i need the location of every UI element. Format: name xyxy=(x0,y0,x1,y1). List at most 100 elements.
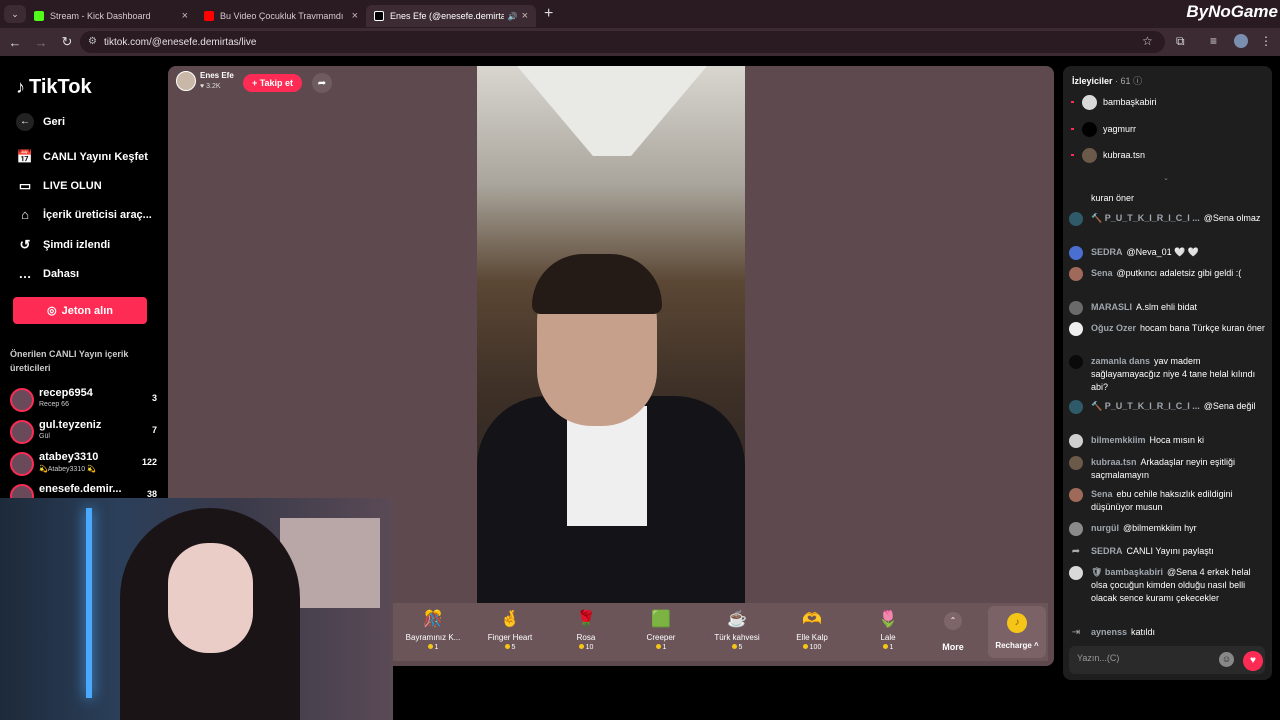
creator-item[interactable]: gul.teyzeniz Gül 7 xyxy=(10,418,160,446)
coin-icon xyxy=(578,644,584,649)
gift-item[interactable]: 🌹 Rosa 10 xyxy=(551,603,621,661)
forward-arrow-icon[interactable]: → xyxy=(30,35,52,50)
coin-icon: ◎ xyxy=(47,305,57,317)
url-field[interactable]: ⚙ tiktok.com/@enesefe.demirtas/live xyxy=(80,31,1165,53)
extensions-icon[interactable]: ⧉ xyxy=(1176,34,1185,49)
streamer-webcam xyxy=(0,498,393,720)
gift-item[interactable]: 🟩 Creeper 1 xyxy=(626,603,696,661)
follow-button[interactable]: + Takip et xyxy=(243,74,302,92)
coin-icon xyxy=(731,644,737,649)
gift-item[interactable]: 🎊 Bayramınız K... 1 xyxy=(398,603,468,661)
profile-avatar[interactable] xyxy=(1234,34,1248,48)
chat-message: Oğuz Ozer hocam bana Türkçe kuran öner xyxy=(1069,322,1265,336)
close-tab-icon[interactable]: × xyxy=(522,10,528,22)
gift-price: 1 xyxy=(626,644,696,651)
host-info[interactable]: Enes Efe ♥ 3.2K xyxy=(176,71,234,91)
message-user[interactable]: 🔨 P_U_T_K_I_R_I_C_I ... xyxy=(1091,401,1200,411)
browser-tab-kick[interactable]: Stream - Kick Dashboard × xyxy=(26,5,196,27)
new-tab-icon[interactable]: + xyxy=(544,5,553,23)
chat-message: 🛡 bambaşkabiri @Sena 4 erkek helal olsa ç… xyxy=(1069,566,1265,605)
message-user[interactable]: aynenss xyxy=(1091,627,1127,637)
viewer-avatar xyxy=(1082,147,1097,163)
creator-item[interactable]: atabey3310 💫Atabey3310 💫 122 xyxy=(10,450,160,478)
gift-item[interactable]: ☕ Türk kahvesi 5 xyxy=(702,603,772,661)
chat-message: MARASLI A.slm ehli bidat xyxy=(1069,301,1265,315)
viewers-label: İzleyiciler xyxy=(1072,76,1113,86)
more-gifts-button[interactable]: ⌃ More xyxy=(938,603,968,661)
chat-message: bilmemkkiim Hoca mısın ki xyxy=(1069,434,1265,448)
url-text: tiktok.com/@enesefe.demirtas/live xyxy=(104,36,257,48)
logo-text: TikTok xyxy=(29,76,92,98)
help-icon[interactable]: ⓘ xyxy=(1133,76,1142,86)
live-video[interactable] xyxy=(477,66,745,606)
message-user[interactable]: SEDRA xyxy=(1091,247,1123,257)
host-avatar[interactable] xyxy=(176,71,196,91)
gift-item[interactable]: 🌷 Lale 1 xyxy=(853,603,923,661)
creator-name: enesefe.demir... xyxy=(39,483,122,495)
user-avatar xyxy=(1069,322,1083,336)
heart-like-button[interactable]: ♥ xyxy=(1243,651,1263,671)
creator-subtitle: 💫Atabey3310 💫 xyxy=(39,466,96,473)
back-button[interactable]: ← Geri xyxy=(16,113,65,131)
viewer-item[interactable]: kubraa.tsn xyxy=(1071,147,1145,163)
tiktok-note-icon: ♪ xyxy=(16,77,25,97)
nav-history[interactable]: ↺ Şimdi izlendi xyxy=(16,237,111,253)
chat-message: SEDRA @Neva_01 🤍 🤍 xyxy=(1069,246,1265,260)
message-user[interactable]: SEDRA xyxy=(1091,546,1123,556)
site-info-icon[interactable]: ⚙ xyxy=(88,36,97,47)
tab-search-button[interactable]: ⌄ xyxy=(4,5,26,23)
close-tab-icon[interactable]: × xyxy=(352,10,358,22)
user-avatar xyxy=(1069,400,1083,414)
message-user[interactable]: zamanla dans xyxy=(1091,356,1150,366)
browser-tab-youtube[interactable]: Bu Video Çocukluk Travmamdı × xyxy=(196,5,366,27)
close-tab-icon[interactable]: × xyxy=(182,10,188,22)
menu-kebab-icon[interactable]: ⋮ xyxy=(1260,34,1272,48)
nav-more[interactable]: … Dahası xyxy=(16,266,80,281)
creator-subtitle: Gül xyxy=(39,433,50,440)
recharge-button[interactable]: ♪ Recharge ^ xyxy=(988,606,1046,658)
viewer-item[interactable]: bambaşkabiri xyxy=(1071,94,1157,110)
live-explore-icon: 📅 xyxy=(16,149,34,164)
user-avatar xyxy=(1069,566,1083,580)
message-user[interactable]: MARASLI xyxy=(1091,302,1132,312)
back-arrow-icon[interactable]: ← xyxy=(4,35,26,50)
message-user[interactable]: Sena xyxy=(1091,489,1113,499)
creator-viewer-count: 122 xyxy=(141,457,157,467)
gift-item[interactable]: 🤞 Finger Heart 5 xyxy=(475,603,545,661)
brand-text: ByNoGame xyxy=(1186,2,1278,21)
chevron-up-icon: ⌃ xyxy=(944,612,962,630)
get-coins-button[interactable]: ◎ Jeton alın xyxy=(13,297,147,324)
message-user[interactable]: Sena xyxy=(1091,268,1113,278)
browser-tab-tiktok[interactable]: Enes Efe (@enesefe.demirta 🔊 × xyxy=(366,5,536,27)
creator-tools-icon: ⌂ xyxy=(21,207,29,222)
speaker-icon[interactable]: 🔊 xyxy=(508,12,518,21)
message-user[interactable]: bilmemkkiim xyxy=(1091,435,1146,445)
nav-creator-tools[interactable]: ⌂ İçerik üreticisi araç... xyxy=(16,207,152,222)
bookmark-star-icon[interactable]: ☆ xyxy=(1142,34,1153,48)
tiktok-logo[interactable]: ♪ TikTok xyxy=(16,76,92,99)
gift-name: Lale xyxy=(880,633,896,642)
emoji-icon[interactable]: ☺ xyxy=(1219,652,1234,667)
creator-viewer-count: 7 xyxy=(151,425,157,435)
nav-explore-live[interactable]: 📅 CANLI Yayını Keşfet xyxy=(16,149,148,165)
reload-icon[interactable]: ↻ xyxy=(56,34,78,50)
message-user[interactable]: kubraa.tsn xyxy=(1091,457,1137,467)
chat-input[interactable] xyxy=(1077,653,1207,663)
message-user[interactable]: 🔨 P_U_T_K_I_R_I_C_I ... xyxy=(1091,213,1200,223)
media-control-icon[interactable]: ≡ xyxy=(1210,34,1217,48)
collapse-chevron-icon[interactable]: ⌄ xyxy=(1163,174,1169,182)
chat-message: ➦ SEDRA CANLI Yayını paylaştı xyxy=(1069,545,1265,558)
chat-input-box[interactable]: ☺ xyxy=(1069,646,1265,674)
viewer-item[interactable]: yagmurr xyxy=(1071,121,1136,137)
viewer-avatar xyxy=(1082,94,1097,110)
gift-price-value: 5 xyxy=(738,644,743,651)
more-gifts-label: More xyxy=(942,642,964,652)
gift-item[interactable]: 🫶 Elle Kalp 100 xyxy=(777,603,847,661)
message-user[interactable]: nurgül xyxy=(1091,523,1119,533)
gift-price: 1 xyxy=(853,644,923,651)
creator-item[interactable]: recep6954 Recep 66 3 xyxy=(10,386,160,414)
message-user[interactable]: 🛡 bambaşkabiri xyxy=(1091,567,1163,577)
nav-go-live[interactable]: ▭ LIVE OLUN xyxy=(16,178,102,194)
share-icon[interactable]: ➦ xyxy=(312,73,332,93)
message-user[interactable]: Oğuz Ozer xyxy=(1091,323,1136,333)
